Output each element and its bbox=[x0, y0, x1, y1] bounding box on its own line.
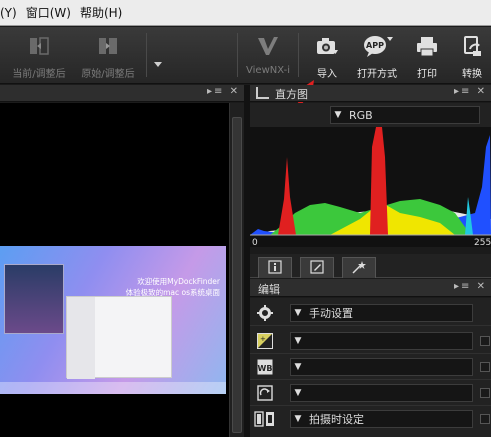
viewer-panel-header: ▸≡ ✕ bbox=[0, 85, 244, 102]
preview-window bbox=[66, 296, 172, 379]
histogram-chart: 0 255 bbox=[250, 127, 491, 247]
channel-value: RGB bbox=[349, 108, 373, 122]
histogram-panel-header: 直方图 ▸≡ ✕ bbox=[250, 85, 491, 102]
channel-select[interactable]: ▼ RGB bbox=[330, 106, 480, 124]
svg-text:+: + bbox=[260, 335, 266, 343]
edit-row-white-balance: WB ▼ bbox=[250, 354, 491, 380]
edit-row-exposure: + ▼ bbox=[250, 328, 491, 354]
edit-pencil-icon bbox=[310, 259, 324, 277]
chevron-down-icon: ▼ bbox=[294, 308, 302, 318]
edit-title: 编辑 bbox=[258, 283, 280, 296]
edit-row-camera-settings: ▼ 拍摄时设定 bbox=[250, 406, 491, 432]
svg-text:WB: WB bbox=[258, 364, 273, 373]
mode-select[interactable]: ▼ 手动设置 bbox=[290, 304, 473, 322]
tool-tabs bbox=[250, 254, 491, 278]
preview-dock bbox=[0, 382, 226, 394]
camera-settings-checkbox[interactable] bbox=[480, 414, 490, 424]
gear-icon[interactable] bbox=[257, 305, 273, 321]
camera-settings-icon[interactable] bbox=[254, 411, 276, 427]
exposure-select[interactable]: ▼ bbox=[290, 332, 473, 350]
magic-wand-icon bbox=[351, 260, 367, 277]
white-balance-icon[interactable]: WB bbox=[257, 359, 273, 375]
chevron-down-icon: ▼ bbox=[334, 110, 342, 120]
panel-menu-icon[interactable]: ▸≡ ✕ bbox=[454, 86, 487, 97]
preview-caption-2: 体验极致的mac os系统桌面 bbox=[125, 288, 220, 297]
panel-menu-icon[interactable]: ▸≡ ✕ bbox=[454, 281, 487, 292]
edit-row-mode: ▼ 手动设置 bbox=[250, 300, 491, 326]
histogram-icon bbox=[256, 87, 269, 99]
camera-settings-select[interactable]: ▼ 拍摄时设定 bbox=[290, 410, 473, 428]
chevron-down-icon: ▼ bbox=[294, 414, 302, 424]
tab-retouch[interactable] bbox=[342, 257, 376, 278]
edit-panel-header: 编辑 ▸≡ ✕ bbox=[250, 279, 491, 297]
scrollbar-thumb[interactable] bbox=[232, 117, 242, 433]
camera-settings-value: 拍摄时设定 bbox=[309, 413, 364, 426]
histogram-channel-bar: ▼ RGB bbox=[250, 103, 491, 127]
viewer-scrollbar[interactable] bbox=[229, 103, 244, 437]
picture-control-icon[interactable] bbox=[257, 385, 273, 401]
preview-window-sidebar bbox=[67, 297, 95, 379]
exposure-checkbox[interactable] bbox=[480, 336, 490, 346]
histogram-axis-min: 0 bbox=[252, 238, 258, 247]
tab-edit[interactable] bbox=[300, 257, 334, 278]
histogram-axis-max: 255 bbox=[474, 238, 491, 247]
picture-control-checkbox[interactable] bbox=[480, 388, 490, 398]
image-thumbnail[interactable]: 欢迎使用MyDockFinder 体验极致的mac os系统桌面 bbox=[0, 246, 226, 394]
info-icon bbox=[268, 259, 282, 277]
histogram-title: 直方图 bbox=[275, 88, 308, 101]
white-balance-select[interactable]: ▼ bbox=[290, 358, 473, 376]
white-balance-checkbox[interactable] bbox=[480, 362, 490, 372]
chevron-down-icon: ▼ bbox=[294, 362, 302, 372]
wallpaper-photo bbox=[4, 264, 64, 334]
edit-panel: ▼ 手动设置 + ▼ WB ▼ ▼ ▼ 拍摄时设定 bbox=[250, 298, 491, 437]
tab-info[interactable] bbox=[258, 257, 292, 278]
picture-control-select[interactable]: ▼ bbox=[290, 384, 473, 402]
mode-value: 手动设置 bbox=[309, 307, 353, 320]
chevron-down-icon: ▼ bbox=[294, 388, 302, 398]
panel-menu-icon[interactable]: ▸≡ ✕ bbox=[207, 86, 240, 97]
exposure-icon[interactable]: + bbox=[257, 333, 273, 349]
preview-caption-1: 欢迎使用MyDockFinder bbox=[137, 277, 220, 286]
chevron-down-icon: ▼ bbox=[294, 336, 302, 346]
edit-row-picture-control: ▼ bbox=[250, 380, 491, 406]
